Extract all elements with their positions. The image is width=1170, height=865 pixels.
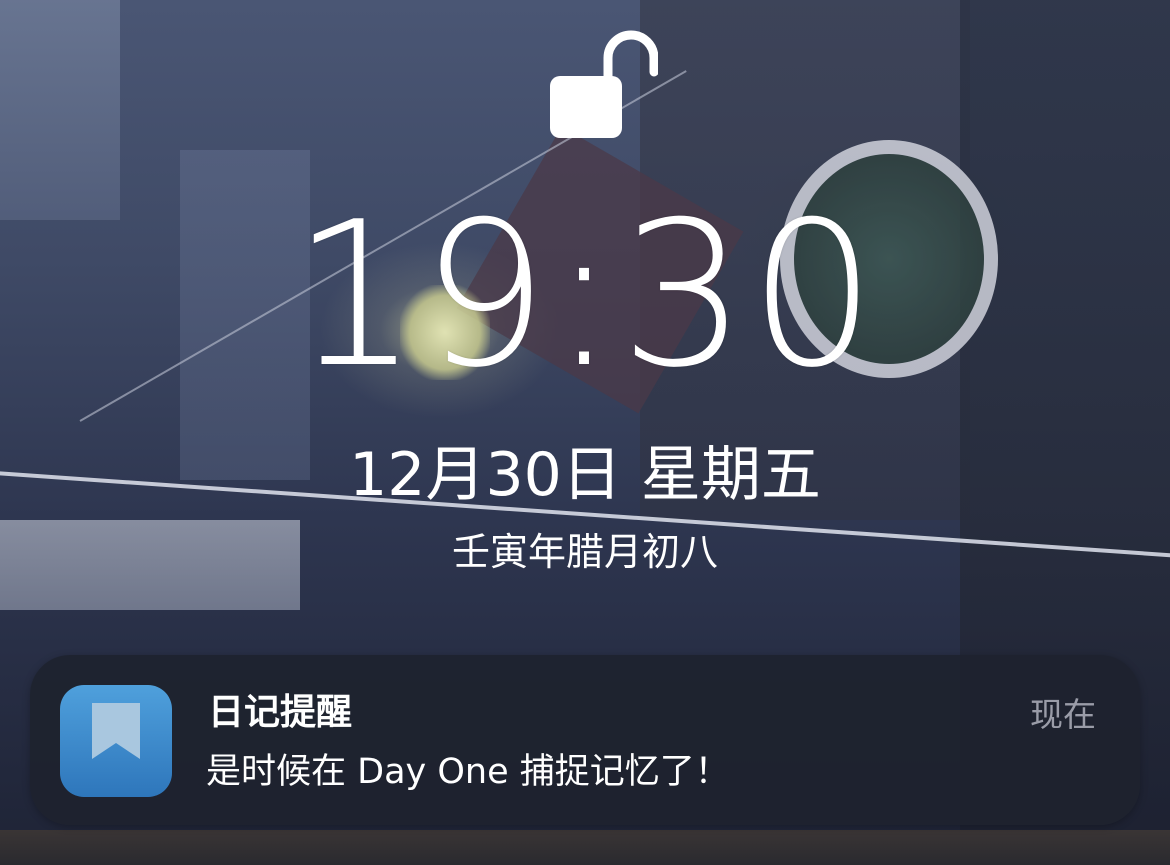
background-building xyxy=(0,0,120,220)
unlocked-padlock-icon xyxy=(548,30,659,140)
lock-screen: 19:30 12月30日 星期五 壬寅年腊月初八 日记提醒 是时候在 Day O… xyxy=(0,0,1170,865)
lock-screen-date: 12月30日 星期五 xyxy=(349,440,821,510)
lock-screen-lunar-date: 壬寅年腊月初八 xyxy=(451,530,718,574)
notification-title: 日记提醒 xyxy=(208,692,353,733)
notification-card[interactable]: 日记提醒 是时候在 Day One 捕捉记忆了！ 现在 xyxy=(30,655,1140,825)
background-bottom xyxy=(0,830,1170,865)
day-one-bookmark-icon xyxy=(60,685,172,797)
notification-timestamp: 现在 xyxy=(1030,695,1096,734)
lock-screen-time: 19:30 xyxy=(291,179,879,412)
notification-body: 是时候在 Day One 捕捉记忆了！ xyxy=(206,752,730,792)
